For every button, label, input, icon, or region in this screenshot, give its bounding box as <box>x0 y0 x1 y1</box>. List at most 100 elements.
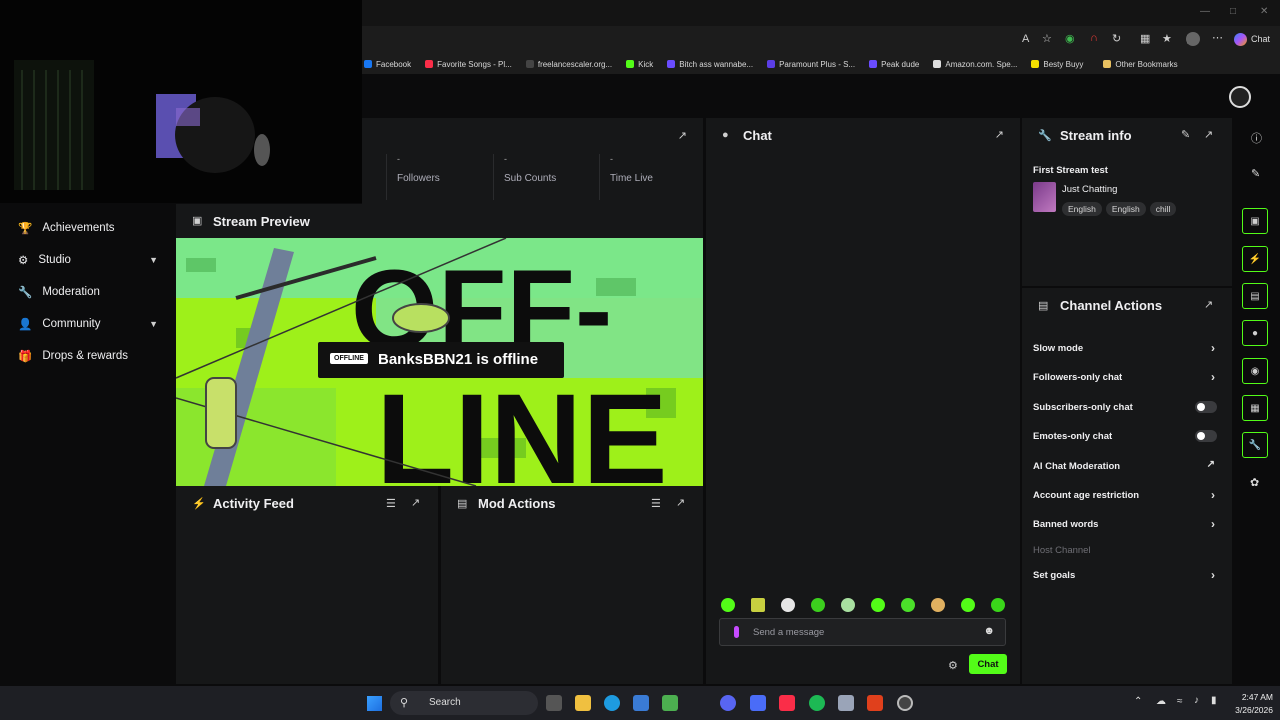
extension-icon[interactable]: ∩ <box>1090 32 1098 44</box>
maximize-icon[interactable]: □ <box>1230 6 1236 17</box>
obs-icon[interactable] <box>897 695 913 711</box>
split-screen-icon[interactable]: ▦ <box>1140 32 1150 45</box>
app-icon[interactable] <box>750 695 766 711</box>
popout-icon[interactable]: ↗ <box>1204 128 1213 141</box>
copilot-chat-button[interactable]: Chat <box>1251 34 1270 44</box>
settings-gear-icon[interactable]: ⚙ <box>948 659 958 672</box>
spotify-icon[interactable] <box>809 695 825 711</box>
clock-date[interactable]: 3/26/2026 <box>1227 705 1273 715</box>
refresh-icon[interactable]: ↻ <box>1112 32 1121 45</box>
add-widget-icon[interactable]: ✿ <box>1250 476 1259 489</box>
bookmark-item[interactable]: Kick <box>626 60 653 69</box>
set-goals-action[interactable]: Set goals › <box>1033 568 1221 582</box>
copilot-icon[interactable] <box>1234 33 1247 46</box>
bookmark-item[interactable]: Peak dude <box>869 60 919 69</box>
info-icon[interactable]: ⓘ <box>1251 130 1262 146</box>
chevron-down-icon[interactable]: ▼ <box>149 319 158 329</box>
bookmark-item[interactable]: Amazon.com. Spe... <box>933 60 1017 69</box>
sidebar-item-achievements[interactable]: 🏆 Achievements <box>18 221 168 235</box>
tray-chevron-up-icon[interactable]: ⌃ <box>1134 696 1142 707</box>
chevron-down-icon[interactable]: ▼ <box>149 255 158 265</box>
bookmark-item[interactable]: Favorite Songs - Pl... <box>425 60 512 69</box>
emotes-only-toggle[interactable] <box>1195 430 1217 442</box>
emote-icon[interactable] <box>841 598 855 612</box>
app-icon[interactable] <box>838 695 854 711</box>
channel-actions-toggle-icon[interactable]: ▦ <box>1242 395 1268 421</box>
close-icon[interactable]: ✕ <box>1260 6 1268 17</box>
store-icon[interactable] <box>633 695 649 711</box>
shield-icon[interactable]: ◉ <box>1065 32 1075 45</box>
clock-time[interactable]: 2:47 AM <box>1233 692 1273 702</box>
person-icon: 👤 <box>18 319 33 331</box>
sidebar-item-drops[interactable]: 🎁 Drops & rewards <box>18 349 168 363</box>
mod-actions-toggle-icon[interactable]: ▤ <box>1242 283 1268 309</box>
bookmark-item[interactable]: Paramount Plus - S... <box>767 60 855 69</box>
emote-icon[interactable] <box>991 598 1005 612</box>
app-icon[interactable] <box>867 695 883 711</box>
stream-info-panel: 🔧 Stream info ✎ ↗ First Stream test Just… <box>1022 118 1232 286</box>
followers-only-action[interactable]: Followers-only chat › <box>1033 370 1221 384</box>
task-view-icon[interactable] <box>546 695 562 711</box>
emote-icon[interactable] <box>811 598 825 612</box>
emote-icon[interactable] <box>901 598 915 612</box>
discord-icon[interactable] <box>720 695 736 711</box>
edit-pencil-icon[interactable]: ✎ <box>1181 128 1190 141</box>
emote-icon[interactable] <box>931 598 945 612</box>
address-bar[interactable]: A ☆ ◉ ∩ ↻ ▦ ★ ◫ ⋯ Chat <box>362 26 1280 54</box>
file-explorer-icon[interactable] <box>575 695 591 711</box>
minecraft-icon[interactable] <box>662 695 678 711</box>
music-icon[interactable] <box>779 695 795 711</box>
slow-mode-action[interactable]: Slow mode › <box>1033 341 1221 355</box>
sidebar-item-community[interactable]: 👤 Community ▼ <box>18 317 168 331</box>
broadcast-toggle-icon[interactable]: ◉ <box>1242 358 1268 384</box>
sidebar-item-studio[interactable]: ⚙ Studio ▼ <box>18 253 168 267</box>
bookmark-item[interactable]: Bitch ass wannabe... <box>667 60 753 69</box>
popout-icon[interactable]: ↗ <box>676 496 685 509</box>
popout-icon[interactable]: ↗ <box>995 128 1004 141</box>
filter-icon[interactable]: ☰ <box>386 497 396 510</box>
activity-feed-toggle-icon[interactable]: ⚡ <box>1242 246 1268 272</box>
emote-icon[interactable] <box>961 598 975 612</box>
profile-avatar[interactable] <box>1186 32 1200 46</box>
popout-icon[interactable]: ↗ <box>411 496 420 509</box>
volume-icon[interactable]: ♪ <box>1194 695 1199 706</box>
popout-icon[interactable]: ↗ <box>678 129 687 142</box>
minimize-icon[interactable]: — <box>1200 6 1210 17</box>
emote-icon[interactable] <box>781 598 795 612</box>
edit-pencil-icon[interactable]: ✎ <box>1251 167 1260 180</box>
bookmark-item[interactable]: freelancescaler.org... <box>525 60 612 69</box>
bookmark-item[interactable]: Other Bookmarks <box>1103 60 1178 69</box>
emote-icon[interactable] <box>751 598 765 612</box>
read-aloud-icon[interactable]: A <box>1022 33 1029 45</box>
bookmark-item[interactable]: Besty Buyy <box>1031 60 1083 69</box>
emote-icon[interactable] <box>871 598 885 612</box>
more-options-icon[interactable]: ⋯ <box>1212 31 1223 44</box>
taskbar-search[interactable]: ⚲ Search <box>390 691 538 715</box>
favorites-icon[interactable]: ★ <box>1162 32 1172 45</box>
send-chat-button[interactable]: Chat <box>969 654 1007 674</box>
ai-moderation-action[interactable]: AI Chat Moderation ↗ <box>1033 459 1221 472</box>
user-avatar[interactable] <box>1229 86 1251 108</box>
windows-start-icon[interactable] <box>367 696 382 711</box>
sidebar-item-moderation[interactable]: 🔧 Moderation <box>18 285 168 299</box>
subscribers-only-toggle[interactable] <box>1195 401 1217 413</box>
cloud-icon[interactable]: ☁ <box>1156 696 1166 707</box>
chat-input[interactable]: Send a message ☻ <box>719 618 1006 646</box>
stream-preview-toggle-icon[interactable]: ▣ <box>1242 208 1268 234</box>
category-thumbnail <box>1033 182 1056 212</box>
banned-words-action[interactable]: Banned words › <box>1033 517 1221 531</box>
wifi-icon[interactable]: ≈ <box>1177 696 1183 707</box>
bookmark-item[interactable]: Facebook <box>364 60 411 69</box>
microphone-icon[interactable] <box>734 626 739 638</box>
chat-toggle-icon[interactable]: ● <box>1242 320 1268 346</box>
stream-info-toggle-icon[interactable]: 🔧 <box>1242 432 1268 458</box>
account-age-action[interactable]: Account age restriction › <box>1033 488 1221 502</box>
emote-icon[interactable] <box>721 598 735 612</box>
popout-icon[interactable]: ↗ <box>1204 298 1213 311</box>
edge-icon[interactable] <box>604 695 620 711</box>
emoji-icon[interactable]: ☻ <box>983 625 995 637</box>
filter-icon[interactable]: ☰ <box>651 497 661 510</box>
category-name[interactable]: Just Chatting <box>1062 184 1117 195</box>
battery-icon[interactable]: ▮ <box>1211 695 1217 706</box>
favorite-star-icon[interactable]: ☆ <box>1042 32 1052 45</box>
